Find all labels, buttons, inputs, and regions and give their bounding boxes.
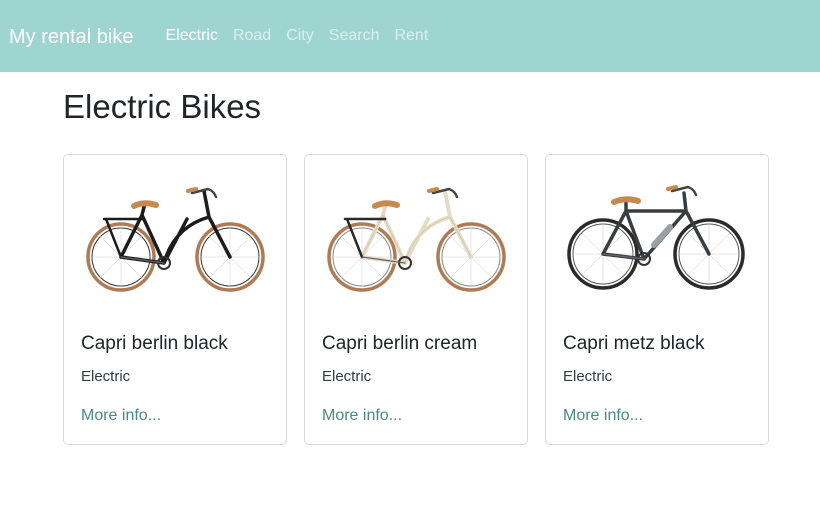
bike-category: Electric	[563, 368, 613, 385]
nav-link-rent[interactable]: Rent	[394, 27, 428, 44]
bike-image-diamond-frame-black	[567, 185, 745, 290]
more-info-link[interactable]: More info...	[322, 407, 402, 425]
nav-link-road[interactable]: Road	[233, 27, 271, 44]
bike-category: Electric	[81, 368, 131, 385]
top-navbar: My rental bike Electric Road City Search…	[0, 0, 820, 72]
bike-image-step-through-cream	[327, 187, 506, 292]
more-info-link[interactable]: More info...	[563, 407, 643, 425]
nav-links: Electric Road City Search Rent	[166, 27, 444, 45]
bike-category: Electric	[322, 368, 372, 385]
bike-card: Capri berlin black Electric More info...	[63, 154, 287, 445]
more-info-link[interactable]: More info...	[81, 407, 161, 425]
nav-link-search[interactable]: Search	[329, 27, 380, 44]
brand-link[interactable]: My rental bike	[9, 26, 134, 49]
bike-name: Capri berlin black	[81, 333, 228, 354]
nav-link-city[interactable]: City	[286, 27, 314, 44]
page-title: Electric Bikes	[63, 88, 262, 125]
bike-name: Capri berlin cream	[322, 333, 478, 354]
nav-link-electric[interactable]: Electric	[166, 27, 218, 44]
bike-card-list: Capri berlin black Electric More info...	[63, 154, 769, 445]
bike-card: Capri berlin cream Electric More info...	[304, 154, 528, 445]
bike-image-step-through-black	[86, 187, 265, 292]
bike-name: Capri metz black	[563, 333, 705, 354]
bike-card: Capri metz black Electric More info...	[545, 154, 769, 445]
